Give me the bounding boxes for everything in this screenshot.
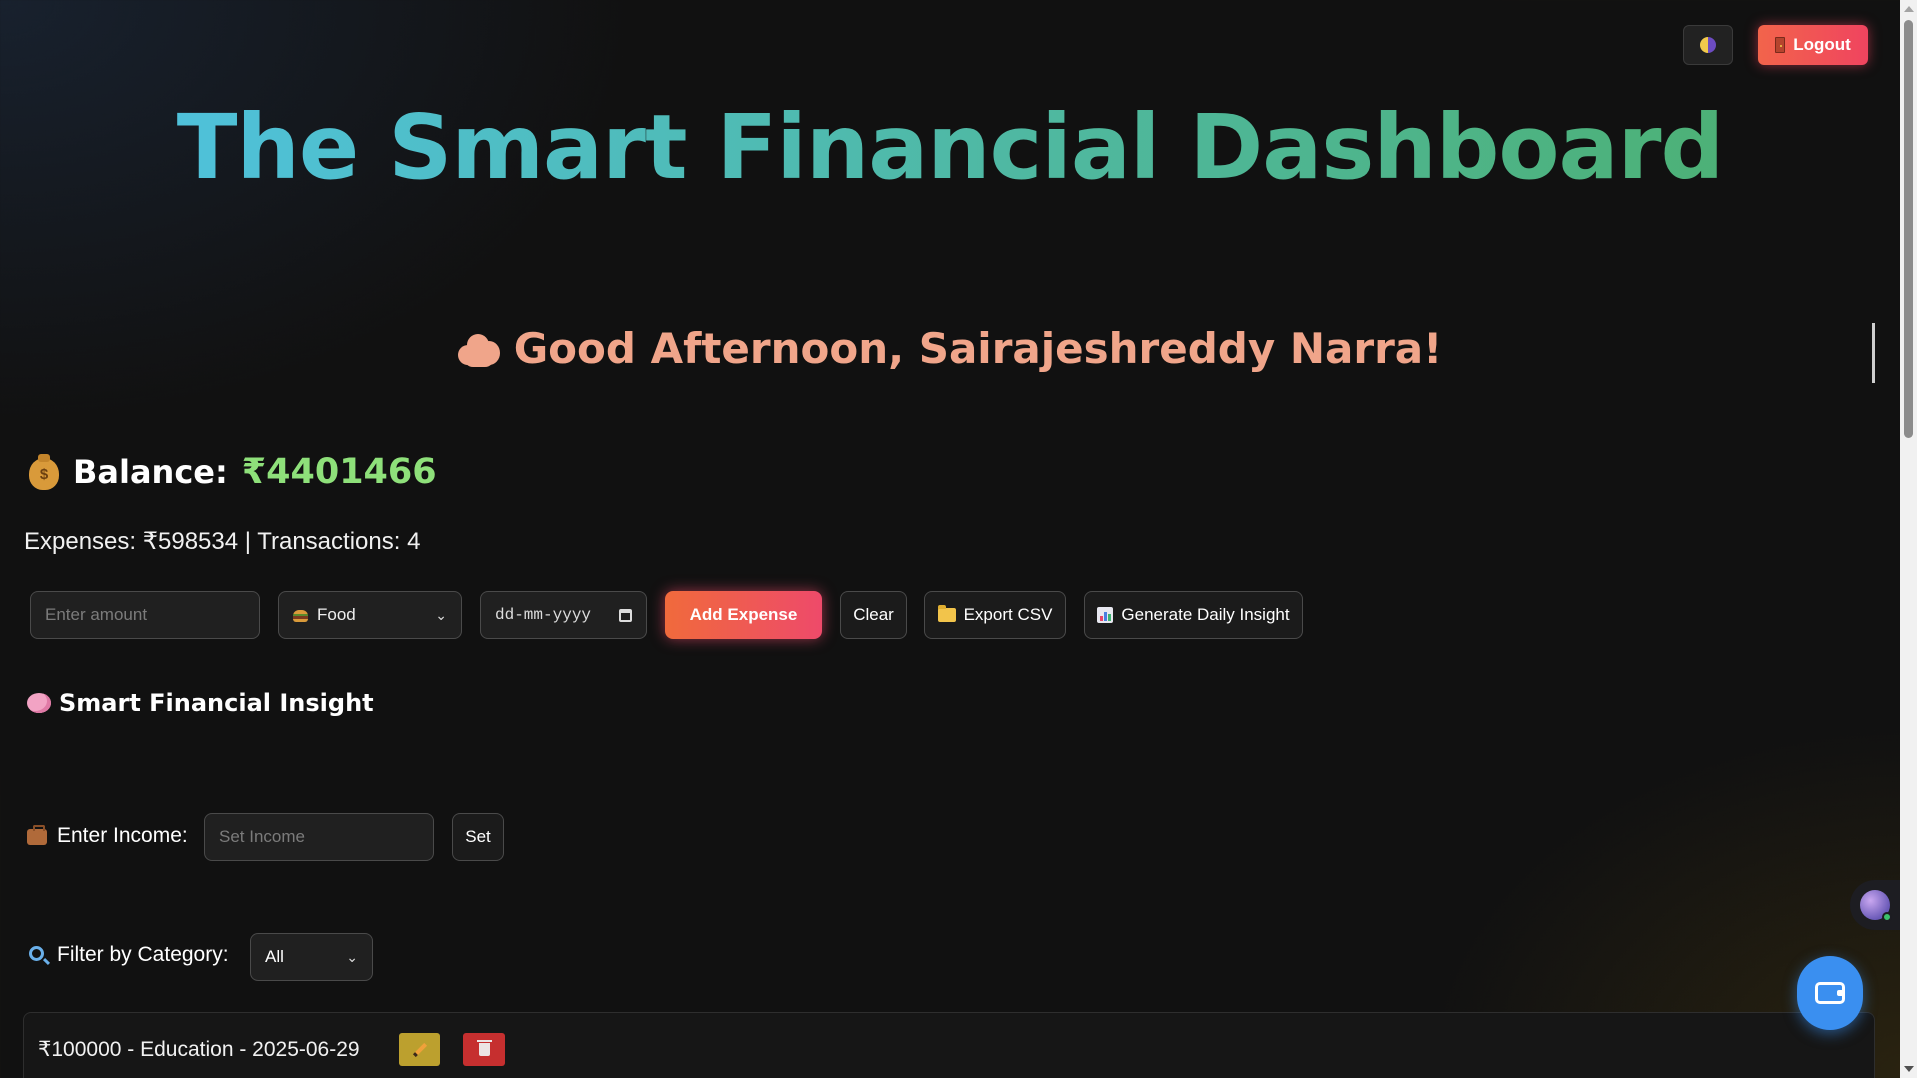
date-placeholder: dd-mm-yyyy (495, 606, 592, 624)
greeting-divider (1872, 323, 1875, 383)
pencil-icon (412, 1042, 427, 1057)
clear-label: Clear (853, 605, 894, 624)
set-income-label: Set (465, 827, 491, 846)
greeting-text: Good Afternoon, Sairajeshreddy Narra! (513, 324, 1443, 373)
theme-toggle-button[interactable] (1683, 25, 1733, 65)
assistant-avatar-button[interactable] (1850, 880, 1900, 930)
balance-value: ₹4401466 (241, 452, 437, 492)
set-income-button[interactable]: Set (452, 813, 504, 861)
wallet-fab-button[interactable] (1797, 956, 1863, 1030)
insight-heading-text: Smart Financial Insight (59, 689, 374, 717)
export-csv-label: Export CSV (963, 605, 1053, 624)
generate-insight-button[interactable]: Generate Daily Insight (1084, 591, 1303, 639)
trash-icon (476, 1040, 492, 1056)
balance-display: Balance: ₹4401466 (29, 452, 437, 492)
brain-icon (27, 693, 51, 713)
insight-section-heading: Smart Financial Insight (27, 689, 374, 717)
avatar (1860, 890, 1892, 922)
wallet-icon (1815, 982, 1845, 1004)
add-expense-button[interactable]: Add Expense (665, 591, 822, 639)
logout-button[interactable]: Logout (1758, 25, 1868, 65)
clear-button[interactable]: Clear (840, 591, 907, 639)
page-title: The Smart Financial Dashboard (0, 95, 1900, 199)
greeting-banner: Good Afternoon, Sairajeshreddy Narra! (0, 324, 1900, 373)
page-scrollbar[interactable] (1900, 0, 1917, 1078)
calendar-icon[interactable] (619, 608, 632, 622)
filter-selected-label: All (265, 947, 284, 966)
edit-expense-button[interactable] (399, 1033, 440, 1066)
category-select[interactable]: Food ⌄ (278, 591, 462, 639)
chevron-down-icon: ⌄ (346, 948, 358, 965)
chevron-down-icon: ⌄ (435, 606, 447, 623)
filter-select[interactable]: All ⌄ (250, 933, 373, 981)
dashboard-page: Logout The Smart Financial Dashboard Goo… (0, 0, 1900, 1078)
cloud-icon (457, 331, 500, 367)
export-csv-button[interactable]: Export CSV (924, 591, 1066, 639)
amount-input[interactable] (30, 591, 260, 639)
scrollbar-thumb[interactable] (1904, 20, 1913, 438)
delete-expense-button[interactable] (463, 1033, 505, 1066)
category-selected-label: Food (317, 605, 356, 624)
bar-chart-icon (1097, 607, 1114, 623)
expense-stats: Expenses: ₹598534 | Transactions: 4 (24, 528, 421, 555)
income-input[interactable] (204, 813, 434, 861)
logout-label: Logout (1793, 35, 1851, 54)
filter-label: Filter by Category: (57, 943, 229, 966)
add-expense-label: Add Expense (689, 605, 798, 624)
expense-list: ₹100000 - Education - 2025-06-29 (23, 1012, 1875, 1078)
scroll-down-arrow-icon[interactable] (1904, 1066, 1914, 1072)
scroll-up-arrow-icon[interactable] (1904, 6, 1914, 12)
expense-item-text: ₹100000 - Education - 2025-06-29 (38, 1038, 360, 1061)
balance-label: Balance: (73, 453, 228, 491)
date-input[interactable]: dd-mm-yyyy (480, 591, 647, 639)
generate-insight-label: Generate Daily Insight (1121, 605, 1290, 624)
folder-icon (937, 605, 956, 622)
moneybag-icon (29, 454, 59, 490)
income-label: Enter Income: (57, 824, 188, 847)
magnifier-icon (29, 946, 44, 961)
door-icon (1775, 37, 1786, 53)
half-moon-icon (1700, 37, 1716, 53)
briefcase-icon (27, 825, 47, 845)
online-status-dot (1882, 912, 1892, 922)
burger-icon (293, 609, 308, 622)
